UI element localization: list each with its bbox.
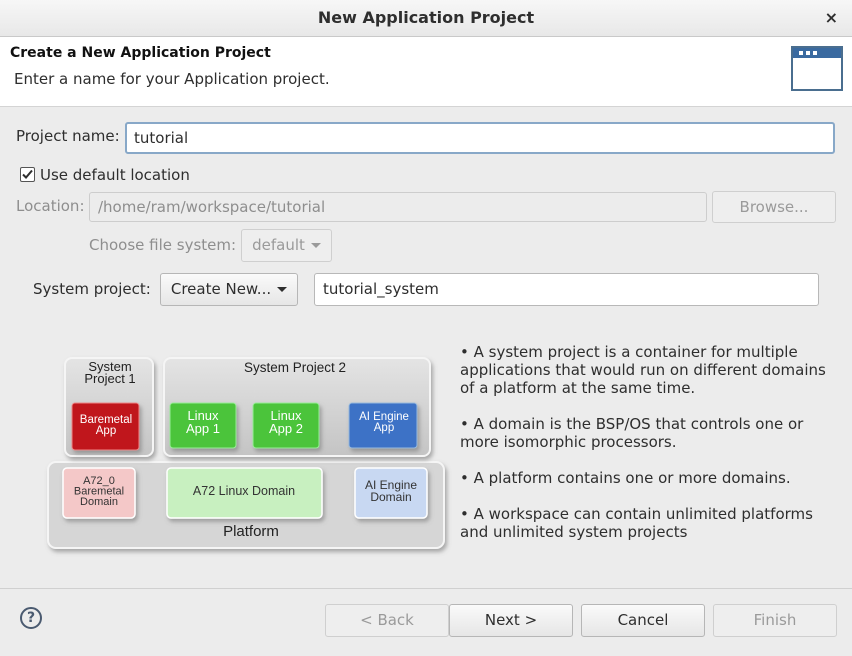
linux-app-1-label: Linux App 1 [186,408,220,436]
ai-engine-domain-label: AI Engine Domain [365,478,417,504]
info-panel: • A system project is a container for mu… [460,343,840,559]
finish-button[interactable]: Finish [713,604,837,637]
info-bullet-system-project: • A system project is a container for mu… [460,343,826,397]
a72-linux-domain-label: A72 Linux Domain [193,484,295,498]
system-project-1-label: System Project 1 [84,359,135,386]
system-project-2-label: System Project 2 [244,360,346,375]
cancel-button[interactable]: Cancel [581,604,705,637]
platform-label: Platform [223,523,279,540]
back-button[interactable]: < Back [325,604,449,637]
next-button[interactable]: Next > [449,604,573,637]
info-bullet-workspace: • A workspace can contain unlimited plat… [460,505,813,541]
help-icon[interactable]: ? [20,607,42,629]
info-bullet-domain: • A domain is the BSP/OS that controls o… [460,415,804,451]
info-bullet-platform: • A platform contains one or more domain… [460,469,791,487]
linux-app-2-label: Linux App 2 [269,408,303,436]
